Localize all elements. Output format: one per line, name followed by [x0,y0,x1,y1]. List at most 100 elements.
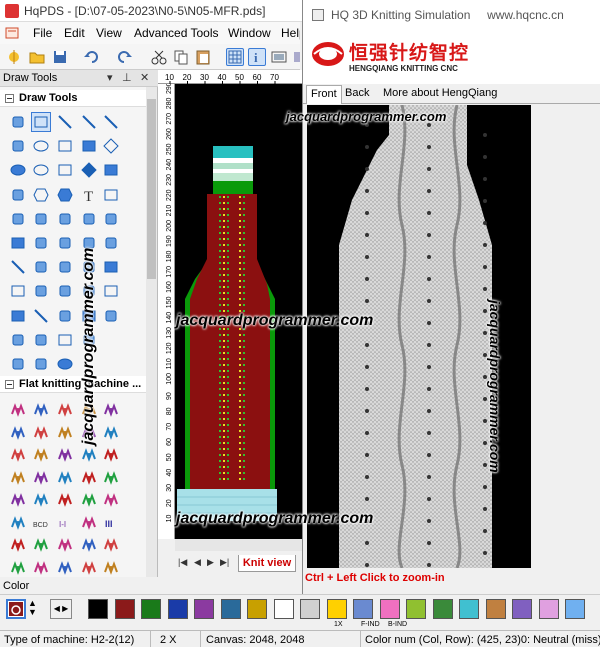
color-swatch[interactable] [379,599,400,619]
color-swatch[interactable] [194,599,214,619]
grid-fill-icon[interactable] [8,233,28,253]
color-swatch[interactable] [220,599,241,619]
tab-knit-view[interactable]: Knit view [238,555,296,572]
lines-icon[interactable] [31,306,51,326]
stitch-tool-icon[interactable] [8,445,28,465]
stitch-tool-icon[interactable] [101,445,121,465]
stitch-tool-icon[interactable] [8,513,28,533]
bars-icon[interactable] [101,233,121,253]
color-swatch[interactable] [538,599,559,619]
undo-icon[interactable] [82,48,100,66]
stitch-tool-icon[interactable] [79,535,99,555]
stitch-tool-icon[interactable] [101,400,121,420]
color-swatch[interactable] [247,599,267,619]
stitch-tool-icon[interactable] [101,558,121,578]
stitch-tool-icon[interactable] [55,468,75,488]
collapse-icon[interactable] [5,380,14,389]
draw-tools-section-header[interactable]: Draw Tools [0,90,156,107]
table-icon[interactable] [8,281,28,301]
stitch-tool-icon[interactable] [55,423,75,443]
prev-page-icon[interactable]: ◀ [194,557,201,568]
stitch-tool-icon[interactable]: III [101,513,121,533]
color-swatch[interactable] [406,599,426,619]
stitch-tool-icon[interactable] [8,558,28,578]
grid-blue-icon[interactable] [55,330,75,350]
stitch-tool-icon[interactable] [31,400,51,420]
dots-icon[interactable] [8,209,28,229]
stitch-tool-icon[interactable] [8,400,28,420]
next-page-icon[interactable]: ▶ [207,557,214,568]
color-swatch[interactable] [141,599,161,619]
color-swatch[interactable] [114,599,135,619]
color-swatch[interactable] [167,599,188,619]
stitch-tool-icon[interactable] [55,490,75,510]
color-swatch[interactable] [353,599,373,619]
pin-icon[interactable]: ⊥ [122,71,132,84]
stitch-tool-icon[interactable] [79,490,99,510]
stitch-tool-icon[interactable] [8,490,28,510]
menu-edit[interactable]: Edit [64,26,85,40]
hand-icon[interactable] [8,112,28,132]
bucket-blue-icon[interactable] [101,306,121,326]
stitch-tool-icon[interactable] [31,558,51,578]
rect-fill-icon[interactable] [79,136,99,156]
new-icon[interactable] [5,48,23,66]
tiles-blue-icon[interactable] [8,306,28,326]
stitch-tool-icon[interactable] [31,423,51,443]
save-icon[interactable] [51,48,69,66]
ellipse-icon[interactable] [31,136,51,156]
tools-scrollbar[interactable] [146,87,157,577]
diamond-fill-icon[interactable] [79,160,99,180]
flat-knitting-section-header[interactable]: Flat knitting machine ... [0,376,156,393]
split-icon[interactable] [31,281,51,301]
ribbon-icon[interactable] [31,354,51,374]
circle-gray-icon[interactable] [55,354,75,374]
cut-icon[interactable] [150,48,168,66]
stitch-tool-icon[interactable] [8,535,28,555]
stitch-tool-icon[interactable] [79,468,99,488]
cloud-icon[interactable] [31,330,51,350]
tab-more-about-hengqiang[interactable]: More about HengQiang [379,87,501,104]
select-rect-icon[interactable] [31,112,51,132]
current-color-swatch[interactable] [6,599,26,619]
stitch-tool-icon[interactable] [31,468,51,488]
menu-help[interactable]: Help [281,26,300,40]
tab-front[interactable]: Front [306,85,342,104]
more-toolbar-icon[interactable] [292,48,300,66]
pattern-grid-icon[interactable] [101,185,121,205]
menu-advanced-tools[interactable]: Advanced Tools [134,26,219,40]
cut-area-icon[interactable] [55,281,75,301]
menu-window[interactable]: Window [228,26,271,40]
menu-view[interactable]: View [96,26,122,40]
zoom-icon[interactable] [8,330,28,350]
stitch-tool-icon[interactable] [79,558,99,578]
stitch-tool-icon[interactable]: I-I [55,513,75,533]
stitch-tool-icon[interactable] [101,423,121,443]
color-swatch[interactable] [459,599,479,619]
color-swatch[interactable] [273,599,294,619]
mirror-icon[interactable] [31,209,51,229]
line-step-icon[interactable] [79,112,99,132]
line-icon[interactable] [101,112,121,132]
image-icon[interactable] [55,306,75,326]
redo-icon[interactable] [116,48,134,66]
last-page-icon[interactable]: ▶| [220,557,229,568]
text-icon[interactable]: T [79,185,99,205]
stitch-tool-icon[interactable] [8,468,28,488]
scroll-swatches-button[interactable]: ◀ ▶ [50,599,72,619]
color-swatch[interactable] [432,599,453,619]
stitch-tool-icon[interactable] [55,400,75,420]
icon-view-icon[interactable] [270,48,288,66]
drop-icon[interactable] [8,354,28,374]
scrollbar-thumb[interactable] [147,99,156,279]
diamond-icon[interactable] [101,136,121,156]
bucket-icon[interactable] [55,209,75,229]
pencil-icon[interactable] [55,112,75,132]
open-folder-icon[interactable] [28,48,46,66]
stitch-tool-icon[interactable] [101,468,121,488]
canvas-horizontal-scrollbar[interactable] [175,539,302,551]
stitch-tool-icon[interactable] [31,535,51,555]
collapse-icon[interactable] [5,94,14,103]
eraser-icon[interactable] [8,185,28,205]
dropdown-icon[interactable]: ▾ [107,71,113,84]
